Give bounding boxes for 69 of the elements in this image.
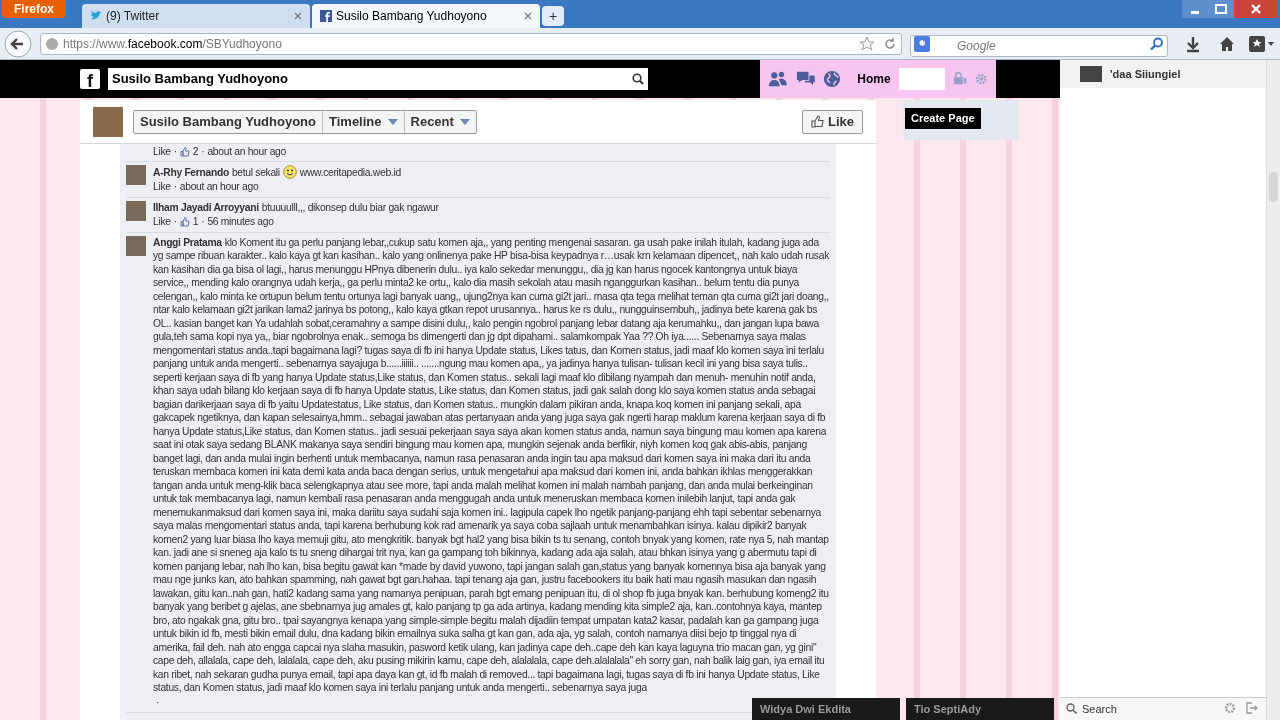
- scrollbar-thumb[interactable]: [1269, 172, 1278, 202]
- chat-bubbles-icon[interactable]: [795, 70, 816, 88]
- sign-out-icon[interactable]: [1246, 702, 1258, 714]
- caret-icon: [387, 118, 398, 125]
- address-bar[interactable]: https://www.facebook.com/SBYudhoyono: [40, 32, 902, 55]
- bookmark-menu-icon[interactable]: [1248, 34, 1276, 53]
- separator-dot: ·: [201, 145, 205, 159]
- gear-icon[interactable]: [1224, 702, 1236, 714]
- chat-contact[interactable]: 'daa Siiungiel: [1060, 60, 1266, 88]
- reload-icon[interactable]: [883, 36, 897, 51]
- browser-tab[interactable]: (9) Twitter: [82, 4, 310, 28]
- scrollbar[interactable]: [1266, 60, 1280, 720]
- separator-dot: ·: [173, 215, 177, 229]
- star-icon[interactable]: [859, 35, 875, 52]
- timestamp: about an hour ago: [179, 180, 259, 194]
- avatar-picture: [126, 164, 146, 185]
- commenter-name-link[interactable]: Ilham Jayadi Arroyyani: [153, 201, 259, 213]
- like-link[interactable]: Like: [153, 145, 171, 159]
- chat-search-field[interactable]: Search: [1060, 696, 1266, 720]
- close-icon[interactable]: [1234, 0, 1278, 18]
- people-icon[interactable]: [768, 70, 788, 88]
- separator-dot: ·: [201, 215, 205, 229]
- thumbs-up-icon: [811, 115, 824, 128]
- minimize-icon[interactable]: [1182, 0, 1208, 18]
- web-search-field[interactable]: Google: [910, 34, 1168, 57]
- close-icon[interactable]: [524, 12, 532, 20]
- caret-icon: [459, 118, 470, 125]
- separator-dot: ·: [173, 145, 177, 159]
- timestamp: about an hour ago: [207, 145, 286, 159]
- tooltip: Create Page: [905, 108, 981, 129]
- timestamp: 56 minutes ago: [207, 215, 274, 229]
- like-link[interactable]: Like: [153, 180, 171, 194]
- new-tab-button[interactable]: +: [542, 6, 564, 26]
- chat-tab[interactable]: Tio SeptiAdy: [906, 698, 1054, 720]
- dropdown-button[interactable]: Recent: [404, 110, 476, 133]
- profile-picture: [93, 106, 123, 137]
- dropdown-button[interactable]: Timeline: [323, 110, 405, 133]
- commenter-name-link[interactable]: Anggi Pratama: [153, 236, 222, 248]
- thumbs-up-icon: [179, 146, 190, 157]
- page-name-button[interactable]: Susilo Bambang Yudhoyono: [134, 110, 323, 133]
- avatar-picture: [126, 235, 146, 256]
- download-arrow-icon[interactable]: [1184, 34, 1202, 53]
- like-count: 2: [192, 145, 199, 159]
- thumbs-up-icon: [179, 216, 190, 227]
- comment-line: A-Rhy Fernando betul sekali www.ceritapedia.web.id: [153, 164, 402, 179]
- facebook-logo[interactable]: f: [80, 69, 100, 89]
- like-button[interactable]: Like: [802, 109, 863, 134]
- commenter-name-link[interactable]: A-Rhy Fernando: [153, 166, 229, 178]
- home-link[interactable]: Home: [857, 70, 891, 88]
- browser-tab[interactable]: Susilo Bambang Yudhoyono: [312, 4, 540, 28]
- link[interactable]: www.ceritapedia.web.id: [299, 166, 401, 178]
- comment-line: Ilham Jayadi Arroyyani btuuuulll,,, dikonsep dulu biar gak ngawur: [153, 200, 440, 214]
- facebook-logo-icon: [320, 10, 332, 22]
- search-icon[interactable]: [632, 73, 644, 85]
- search-icon: [1066, 703, 1077, 714]
- avatar-picture: [126, 200, 146, 221]
- comment-paragraph: Anggi Pratama klo Koment itu ga perlu panjang lebar,,cukup satu komen aja,, yang penting mengenai sasaran. ga usah pake inilah itulah, kadang juga ada yg sampe ribuan karakter.. kalo kaya gt kan kasihan.. kalo yang onlinenya pake HP bisa-bisa keypadnya r…usak krn kelamaan dipencet,, nah kalo udah rusak kan kasihan dia ga bisa ol lagi,, harus menunggu HPnya dibenerin dulu.. iya kalo sekedar menunggu,, dia jg kan harus ngocek kantongnya untuk biaya service,, mending kalo orangnya udah kerja,, ga perlu minta2 ke ortu,, kalo dia masih sekolah atau masih nganggurkan kasihan.. belum tentu dia punya celengan,, kalo minta ke ortupun belum tentu ortunya lagi banyak uang,, ujung2nya kan cuma gi2t jari.. masa qta tega melihat teman qta cuma gi2t jari doang,, ntar kalo kelamaan gi2t jarikan lama2 jarinya bs potong,, kalo kaya gtkan repot urusannya.. harus ke rs dulu,, nungguinsembuh,, jadinya bete karena gak bs OL.. kasian banget kan Ya udahlah sobat,ceramahny a sampe disini dulu,, kalo pengin ngobrol panjang lebar datang aja kerumahku,, dan jangan lupa bawa gula,teh sama kopi nya ya,, biar ngobrolnya enak.. semoga bs dimengerti dan jg dpt dipahami.. salamkompak Yaa ?? Oh iya...... Sebenarnya saya malas mengomentari status anda..tapi bagaimana lagi? tugas saya di fb ini hanya Update status, Likes tatus, dan Komen status, jadi maaf klo komen saya ini terlalu panjang untuk anda mengerti.. sebenarnya sayajuga b......iiiiii.. .......ngung mau komen apa,, ya jadinya hanya tulisan- tulisan kecil ini yang bisa saya tulis.. seperti kerjaan saya di fb yang hanya Update status,Like status, dan Komen status.. sekali lagi maaf klo dibilang nyampah dan menuh- menuhin notif anda, khan saya udah bilang klo kerjaan saya di fb hanya Update status, Like status, dan Komen status, jadi gak salah dong klo saya komen status anda sebagai bagian darikerjaan saya di fb yaitu Updatestatus, Like status, dan Komen status.. mungkin dalam pikiran anda, knapa koq komen ini panjang sekali, apa gakcapek ngetiknya, dan kapan selesainya,hmm.. sebagai jawaban atas pertanyaan anda yang juga saya gak ngerti harap maklum karena kerjaan saya di fb hanya Update status,Like status, dan Komen status.. jadi sesuai pekerjaan saya saya akan komen status anda, namun saya bingung mau komen apa karena saat ini otak saya sedang BLANK makanya saya sendiri bingung mau komen apa, mungkin sejenak anda berfikir, niyh komen koq gak abis-abis, panjang banget lagi, dan anda mulai ingin berhenti untuk membacanya, namun rasa penasaran anda ingin tau apa maksud dari komen saya ini maka dari itu anda teruskan membaca komen ini kata demi kata anda baca dengan serius, untuk mengetahui apa maksud dari komen ini, anda bahkan ikhlas menggerakkan tangan anda untuk meng-klik baca selengkapnya atau see more, tapi anda malah melihat komen ini malah nambah panjang, dan anda mulai berkeinginan untuk tak membacanya lagi, namun kembali rasa penasaran anda menggugah anda untuk meneruskan membaca komen inilebih lanjut, tapi anda gak menemukanmaksud dari komen saya ini, maka dariitu saya sudahi saja komen ini.. lagipula capek lho ngetik panjang-panjang ehh tapi sebentar sebenarnya saya malas mengomentari status anda, tapi karena berhubung kok rad amenarik ya saya coba sajlaah untuk menambahkan isinya. kalau dipikir2 banyak komen2 yang luar biasa lho kaya memuji gitu, ato mengkritik. banyak bgt hal2 yang bisa bikin ts tu senang, contoh bnyak yang komen, rate nya 5, nah mantap kan. jadi ane si sneneg aja kalo ts tu sneng dihargai trit nya, kan ga gampang toh bikinnya, kadang ada aja salah, atau bhkan isinya yang g abermutu tapi di komen panjang lebar, nah lho kan, bisa begitu gawat kan *made by david yuwono, tapi jangan salah gan,status yang banyak komennya bisa aja banyak yang mau nge junks kan, ato bahkan spamming, nah gawat bgt gan.hahaa. tapi tenang aja gan, justru facebookers itu baik hati mau ngasih masukan dan ngasih lawakan, gitu kan..nah gan, hati2 kadang sama yang namanya penipuan, parah bgt emang penipuan itu, di ol shop fb juga bnyak kan. berhubung komeng2 itu banyak yang beribet g ajelas, ane sbebnarnya jug amales gt, kalo panjang tp ga ada artinya, kadang mending kita simple2 aja, kan..contohnya kaya, mantep bro, ato ngakak gna, gitu bro.. tpai sayangnya kenapa yang simple-simple begitu malah dijadiin tempat umpatan kata2 kasar, padalah kan ga gampang juga untuk bikin id fb, mesti bikin email dulu, dna kadang bikin emailnya suka salha gt kan gan, ada aja, yg salah, contoh namanya diisi bejo tp tinggal nya di amerika, fail deh. nah ato engga capcai nya slaha masukin, pasword ketik ulang, kan jadinya cape deh..cape deh kan kaya laguyna trio macan gan, yg gini" cape deh, allalala, cape deh, lalalala, cape deh, aku pusing mikirin kamu, cape deh, alalalala, cape deh.alalalala" eh sorry gan, nah balik laig gan, iya email itu kan ribet, nah sekaran gudha punya email, tapi apa daya kan gt, id fb malah di removed... tapi bagaimana lagi, tugas saya di fb ini hanya Update status, Like status, dan Komen status, jadi maaf klo komen saya ini terlalu panjang untuk anda mengerti.. sebenarnya saya juga: [153, 235, 830, 695]
- avatar-picture: [1080, 66, 1102, 82]
- bird-icon: [90, 10, 102, 22]
- home-icon[interactable]: [1218, 34, 1236, 53]
- like-count: 1: [192, 215, 199, 229]
- separator-dot: ·: [156, 695, 160, 709]
- maximize-icon[interactable]: [1208, 0, 1234, 18]
- blank-panel: [898, 68, 946, 90]
- page-search-box[interactable]: Susilo Bambang Yudhoyono: [108, 68, 648, 90]
- close-icon[interactable]: [294, 12, 302, 20]
- separator-dot: ·: [173, 180, 177, 194]
- like-link[interactable]: Like: [153, 215, 171, 229]
- chat-tab[interactable]: Widya Dwi Ekdita: [752, 698, 900, 720]
